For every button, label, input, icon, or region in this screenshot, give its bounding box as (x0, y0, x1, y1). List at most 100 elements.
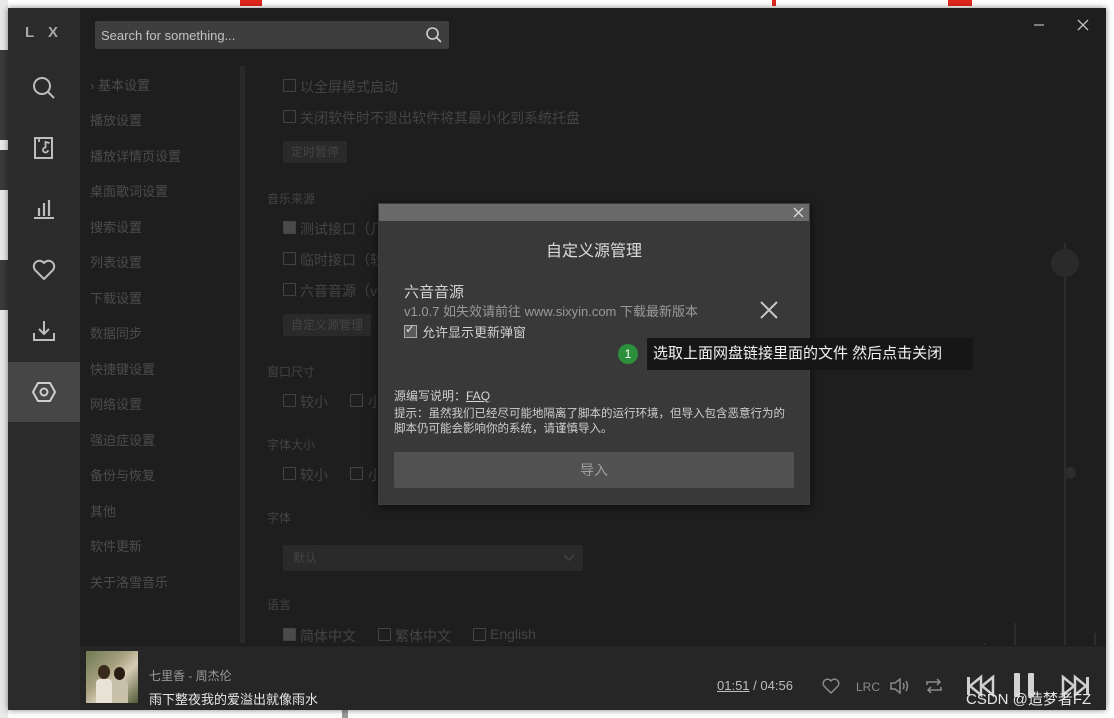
album-cover[interactable] (86, 651, 138, 703)
source-description: v1.0.7 如失效请前往 www.sixyin.com 下载最新版本 (404, 304, 698, 319)
font-smaller-label: 较小 (300, 467, 328, 483)
size-smaller-label: 较小 (300, 394, 328, 410)
player-bar: 七里香 - 周杰伦 雨下整夜我的爱溢出就像雨水 01:51 / 04:56 LR… (80, 645, 1106, 710)
nav-song-list[interactable] (8, 118, 80, 178)
dialog-title: 自定义源管理 (545, 243, 642, 260)
source-writing-note: 源编写说明：FAQ (394, 387, 490, 404)
dialog-titlebar (379, 204, 809, 221)
total-time: 04:56 (760, 678, 793, 693)
import-button[interactable]: 导入 (394, 452, 794, 488)
lang-en-label: English (490, 626, 536, 642)
faq-link[interactable]: FAQ (466, 389, 490, 403)
lang-zh-cn-label: 简体中文 (300, 628, 356, 644)
nav-leaderboard[interactable] (8, 179, 80, 239)
nav-download[interactable] (8, 301, 80, 361)
size-smaller-radio[interactable] (283, 394, 296, 407)
settings-nav-other[interactable]: 其他 (90, 501, 116, 520)
allow-update-popup-label: 允许显示更新弹窗 (422, 325, 527, 340)
source-liuyin-checkbox[interactable] (283, 283, 296, 296)
nav-search[interactable] (8, 58, 80, 118)
settings-nav-ocd[interactable]: 强迫症设置 (90, 430, 155, 449)
lang-en-radio[interactable] (473, 628, 486, 641)
chart-icon (34, 200, 54, 219)
comment-button[interactable] (820, 675, 842, 697)
annotation-callout: 选取上面网盘链接里面的文件 然后点击关闭 (647, 338, 973, 370)
minimize-icon (1034, 24, 1044, 26)
font-select-value: 默认 (293, 551, 318, 565)
search-bar (95, 21, 449, 49)
background-window-edge (0, 0, 8, 718)
settings-nav-list[interactable]: 列表设置 (90, 252, 142, 271)
song-title: 七里香 - 周杰伦 (149, 669, 232, 683)
download-icon (33, 321, 55, 341)
source-liuyin-label: 六音音源（v1 (300, 283, 385, 299)
volume-button[interactable] (888, 675, 912, 697)
settings-nav-playback[interactable]: 播放设置 (90, 110, 142, 129)
volume-icon (890, 677, 909, 695)
allow-update-popup-checkbox[interactable]: 允许显示更新弹窗 (404, 322, 526, 341)
remove-source-icon[interactable] (759, 300, 779, 320)
settings-nav-network[interactable]: 网络设置 (90, 394, 142, 413)
timer-button[interactable]: 定时暂停 (283, 141, 348, 163)
source-name: 六音音源 (404, 284, 465, 301)
chevron-down-icon (563, 554, 575, 561)
font-select[interactable]: 默认 (283, 545, 583, 571)
language-heading: 语言 (267, 598, 292, 612)
settings-nav-backup[interactable]: 备份与恢复 (90, 465, 155, 484)
search-icon[interactable] (425, 26, 443, 44)
watermark: CSDN @造梦者FZ (966, 691, 1092, 708)
font-small-radio[interactable] (350, 467, 363, 480)
checkbox-checked-icon (404, 322, 417, 338)
search-input[interactable] (95, 21, 413, 49)
lang-zh-tw-radio[interactable] (378, 628, 391, 641)
source-temp-checkbox[interactable] (283, 252, 296, 265)
fullscreen-label: 以全屏模式启动 (300, 79, 398, 95)
minimize-button[interactable] (1028, 16, 1050, 34)
lang-zh-tw-label: 繁体中文 (395, 628, 451, 644)
source-test-checkbox[interactable] (283, 221, 296, 234)
close-icon (1077, 19, 1089, 31)
time-display: 01:51 / 04:56 (717, 678, 793, 693)
fullscreen-checkbox[interactable] (283, 79, 296, 92)
font-size-heading: 字体大小 (267, 438, 316, 452)
settings-nav-update[interactable]: 软件更新 (90, 536, 142, 555)
background-decoration (924, 243, 1096, 703)
dialog-close-icon[interactable] (793, 207, 804, 218)
lang-zh-cn-radio[interactable] (283, 628, 296, 641)
settings-hex-icon (31, 382, 57, 402)
settings-nav-basic[interactable]: › 基本设置 (90, 75, 150, 94)
settings-nav-search[interactable]: 搜索设置 (90, 217, 142, 236)
font-heading: 字体 (267, 511, 292, 525)
lrc-toggle[interactable]: LRC (856, 680, 880, 694)
font-smaller-radio[interactable] (283, 467, 296, 480)
nav-favorites[interactable] (8, 240, 80, 300)
settings-nav-hotkey[interactable]: 快捷键设置 (90, 359, 155, 378)
close-window-button[interactable] (1072, 16, 1094, 34)
repeat-button[interactable] (922, 675, 946, 697)
music-file-icon (34, 137, 53, 159)
note-prefix: 源编写说明： (394, 389, 467, 403)
settings-nav-desktop-lyric[interactable]: 桌面歌词设置 (90, 181, 168, 200)
settings-nav-sync[interactable]: 数据同步 (90, 323, 142, 342)
current-lyric: 雨下整夜我的爱溢出就像雨水 (149, 692, 319, 707)
heart-icon (32, 259, 56, 280)
source-temp-label: 临时接口（软 (300, 252, 384, 268)
window-size-heading: 窗口尺寸 (267, 365, 316, 379)
size-small-radio[interactable] (350, 394, 363, 407)
music-source-heading: 音乐来源 (267, 192, 316, 206)
settings-nav: › 基本设置 播放设置 播放详情页设置 桌面歌词设置 搜索设置 列表设置 下载设… (80, 63, 240, 643)
nav-settings[interactable] (8, 362, 80, 422)
source-test-label: 测试接口（几 (300, 221, 384, 237)
settings-nav-play-detail[interactable]: 播放详情页设置 (90, 146, 181, 165)
repeat-icon (926, 678, 942, 694)
settings-nav-about[interactable]: 关于洛雪音乐 (90, 572, 168, 591)
search-icon (33, 77, 55, 99)
time-separator: / (749, 678, 761, 693)
security-tip: 提示：虽然我们已经尽可能地隔离了脚本的运行环境，但导入包含恶意行为的脚本仍可能会… (394, 408, 785, 435)
sidebar-nav: L X (8, 8, 80, 710)
tray-checkbox[interactable] (283, 110, 296, 123)
custom-source-button[interactable]: 自定义源管理 (283, 314, 372, 336)
comment-icon (822, 678, 840, 695)
settings-nav-download[interactable]: 下载设置 (90, 288, 142, 307)
annotation-step-badge: 1 (618, 344, 638, 364)
